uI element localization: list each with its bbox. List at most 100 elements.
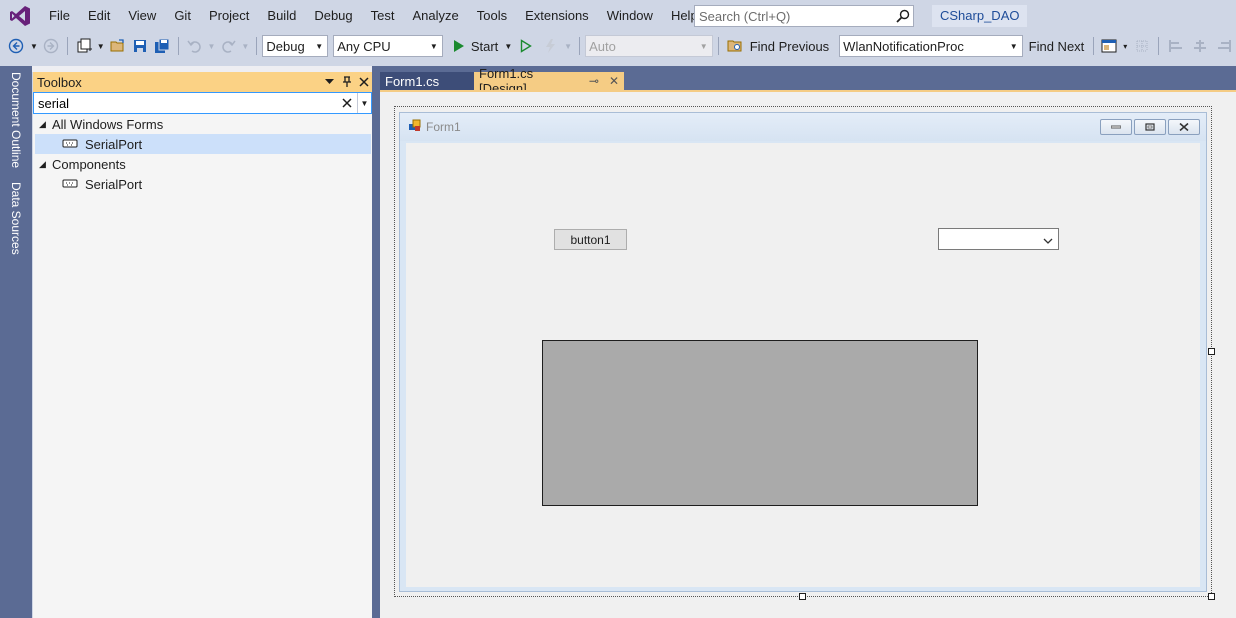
form-title: Form1 (426, 120, 461, 134)
minimize-icon[interactable] (1100, 119, 1132, 135)
chevron-down-icon: ▼ (1009, 41, 1018, 51)
close-icon[interactable]: ✕ (609, 74, 619, 88)
find-next-button[interactable]: Find Next (1025, 39, 1089, 54)
chevron-down-icon[interactable]: ▼ (207, 35, 217, 57)
pin-icon[interactable] (338, 72, 355, 92)
navigate-forward-icon[interactable] (41, 35, 61, 57)
toolbox-panel: Toolbox ▼ ◢ All Windows Forms SerialPort… (32, 72, 372, 618)
side-tab-strip: Document Outline Data Sources (0, 66, 32, 618)
chevron-down-icon[interactable]: ▼ (240, 35, 250, 57)
save-all-icon[interactable] (152, 35, 172, 57)
toolbar-separator (579, 37, 581, 55)
resize-handle-bottom-right[interactable] (1208, 593, 1215, 600)
menu-git[interactable]: Git (165, 0, 200, 32)
align-rights-icon[interactable] (1213, 35, 1235, 57)
clear-search-icon[interactable] (337, 93, 357, 113)
resize-handle-right[interactable] (1208, 348, 1215, 355)
find-previous-icon[interactable] (725, 35, 745, 57)
toolbox-search-field[interactable]: ▼ (33, 92, 372, 114)
serialport-icon (55, 139, 85, 149)
chevron-down-icon[interactable]: ▾ (1120, 35, 1130, 57)
toolbox-title: Toolbox (37, 74, 82, 90)
menu-edit[interactable]: Edit (79, 0, 119, 32)
maximize-icon[interactable] (1134, 119, 1166, 135)
chevron-down-icon[interactable]: ▼ (357, 93, 371, 113)
document-tabs: Form1.cs Form1.cs [Design] ⊸ ✕ (380, 66, 624, 96)
auto-value: Auto (589, 38, 616, 54)
layout-toolbar-icon[interactable] (1100, 35, 1118, 57)
toolbox-category-components[interactable]: ◢ Components (33, 154, 372, 174)
design-surface[interactable]: Form1 button1 (380, 92, 1236, 618)
new-project-icon[interactable] (74, 35, 94, 57)
visual-studio-logo-icon[interactable] (0, 0, 40, 32)
menu-file[interactable]: File (40, 0, 79, 32)
menu-window[interactable]: Window (598, 0, 662, 32)
chevron-down-icon[interactable]: ▼ (96, 35, 106, 57)
menu-test[interactable]: Test (362, 0, 404, 32)
toolbar-separator (256, 37, 258, 55)
toolbox-search-input[interactable] (34, 94, 337, 112)
search-placeholder: Search (Ctrl+Q) (699, 8, 791, 24)
tab-data-sources[interactable]: Data Sources (4, 180, 28, 270)
tab-form1-design[interactable]: Form1.cs [Design] ⊸ ✕ (474, 66, 624, 96)
chevron-down-icon[interactable]: ▼ (563, 35, 573, 57)
tab-document-outline[interactable]: Document Outline (4, 70, 28, 174)
chevron-down-icon: ▼ (315, 41, 324, 51)
toolbox-category-all-windows-forms[interactable]: ◢ All Windows Forms (33, 114, 372, 134)
toolbox-item-label: SerialPort (85, 176, 143, 192)
align-to-grid-icon[interactable] (1132, 35, 1152, 57)
window-position-icon[interactable] (321, 72, 338, 92)
tab-label: Form1.cs (385, 73, 440, 89)
chevron-down-icon[interactable]: ▼ (29, 35, 39, 57)
align-centers-icon[interactable] (1189, 35, 1211, 57)
solution-name-badge[interactable]: CSharp_DAO (932, 5, 1028, 27)
close-icon[interactable] (355, 72, 372, 92)
document-area: Form1.cs Form1.cs [Design] ⊸ ✕ Form1 but… (380, 66, 1236, 618)
open-folder-icon[interactable] (108, 35, 128, 57)
category-label: All Windows Forms (52, 116, 164, 132)
menu-debug[interactable]: Debug (305, 0, 361, 32)
menu-tools[interactable]: Tools (468, 0, 516, 32)
menu-analyze[interactable]: Analyze (403, 0, 467, 32)
auto-select[interactable]: Auto ▼ (585, 35, 713, 57)
form-client-area[interactable]: button1 (406, 143, 1200, 587)
toolbox-item-serialport[interactable]: SerialPort (35, 134, 371, 154)
toolbar-separator (66, 37, 68, 55)
start-play-icon[interactable] (452, 35, 466, 57)
find-text-value: WlanNotificationProc (843, 38, 964, 54)
tab-form1-cs[interactable]: Form1.cs (380, 72, 474, 90)
save-icon[interactable] (130, 35, 150, 57)
hot-reload-icon[interactable] (539, 35, 561, 57)
find-previous-button[interactable]: Find Previous (746, 39, 833, 54)
panel-splitter[interactable] (372, 66, 380, 618)
combobox1[interactable] (938, 228, 1059, 250)
standard-toolbar: ▼ ▼ ▼ ▼ Debug ▼ Any CPU ▼ Start ▼ ▼ Auto… (0, 32, 1236, 60)
menu-build[interactable]: Build (258, 0, 305, 32)
start-without-debugging-icon[interactable] (515, 35, 537, 57)
align-lefts-icon[interactable] (1165, 35, 1187, 57)
close-icon[interactable] (1168, 119, 1200, 135)
navigate-back-icon[interactable] (5, 35, 27, 57)
menu-extensions[interactable]: Extensions (516, 0, 598, 32)
chevron-down-icon[interactable]: ▼ (503, 35, 513, 57)
menu-project[interactable]: Project (200, 0, 258, 32)
panel1[interactable] (542, 340, 978, 506)
form1-window[interactable]: Form1 button1 (399, 112, 1207, 592)
undo-icon[interactable] (185, 35, 205, 57)
start-button[interactable]: Start (467, 39, 502, 54)
toolbar-separator (1093, 37, 1095, 55)
button1[interactable]: button1 (554, 229, 627, 250)
solution-configuration-select[interactable]: Debug ▼ (262, 35, 329, 57)
redo-icon[interactable] (218, 35, 238, 57)
pin-tab-icon[interactable]: ⊸ (589, 74, 599, 88)
toolbox-header: Toolbox (33, 72, 372, 92)
toolbar-separator (177, 37, 179, 55)
menu-view[interactable]: View (119, 0, 165, 32)
solution-platform-select[interactable]: Any CPU ▼ (333, 35, 443, 57)
chevron-down-icon (1043, 232, 1053, 247)
find-text-combo[interactable]: WlanNotificationProc ▼ (839, 35, 1023, 57)
global-search-input[interactable]: Search (Ctrl+Q) (694, 5, 914, 27)
category-label: Components (52, 156, 126, 172)
toolbox-item-serialport[interactable]: SerialPort (35, 174, 372, 194)
resize-handle-bottom[interactable] (799, 593, 806, 600)
